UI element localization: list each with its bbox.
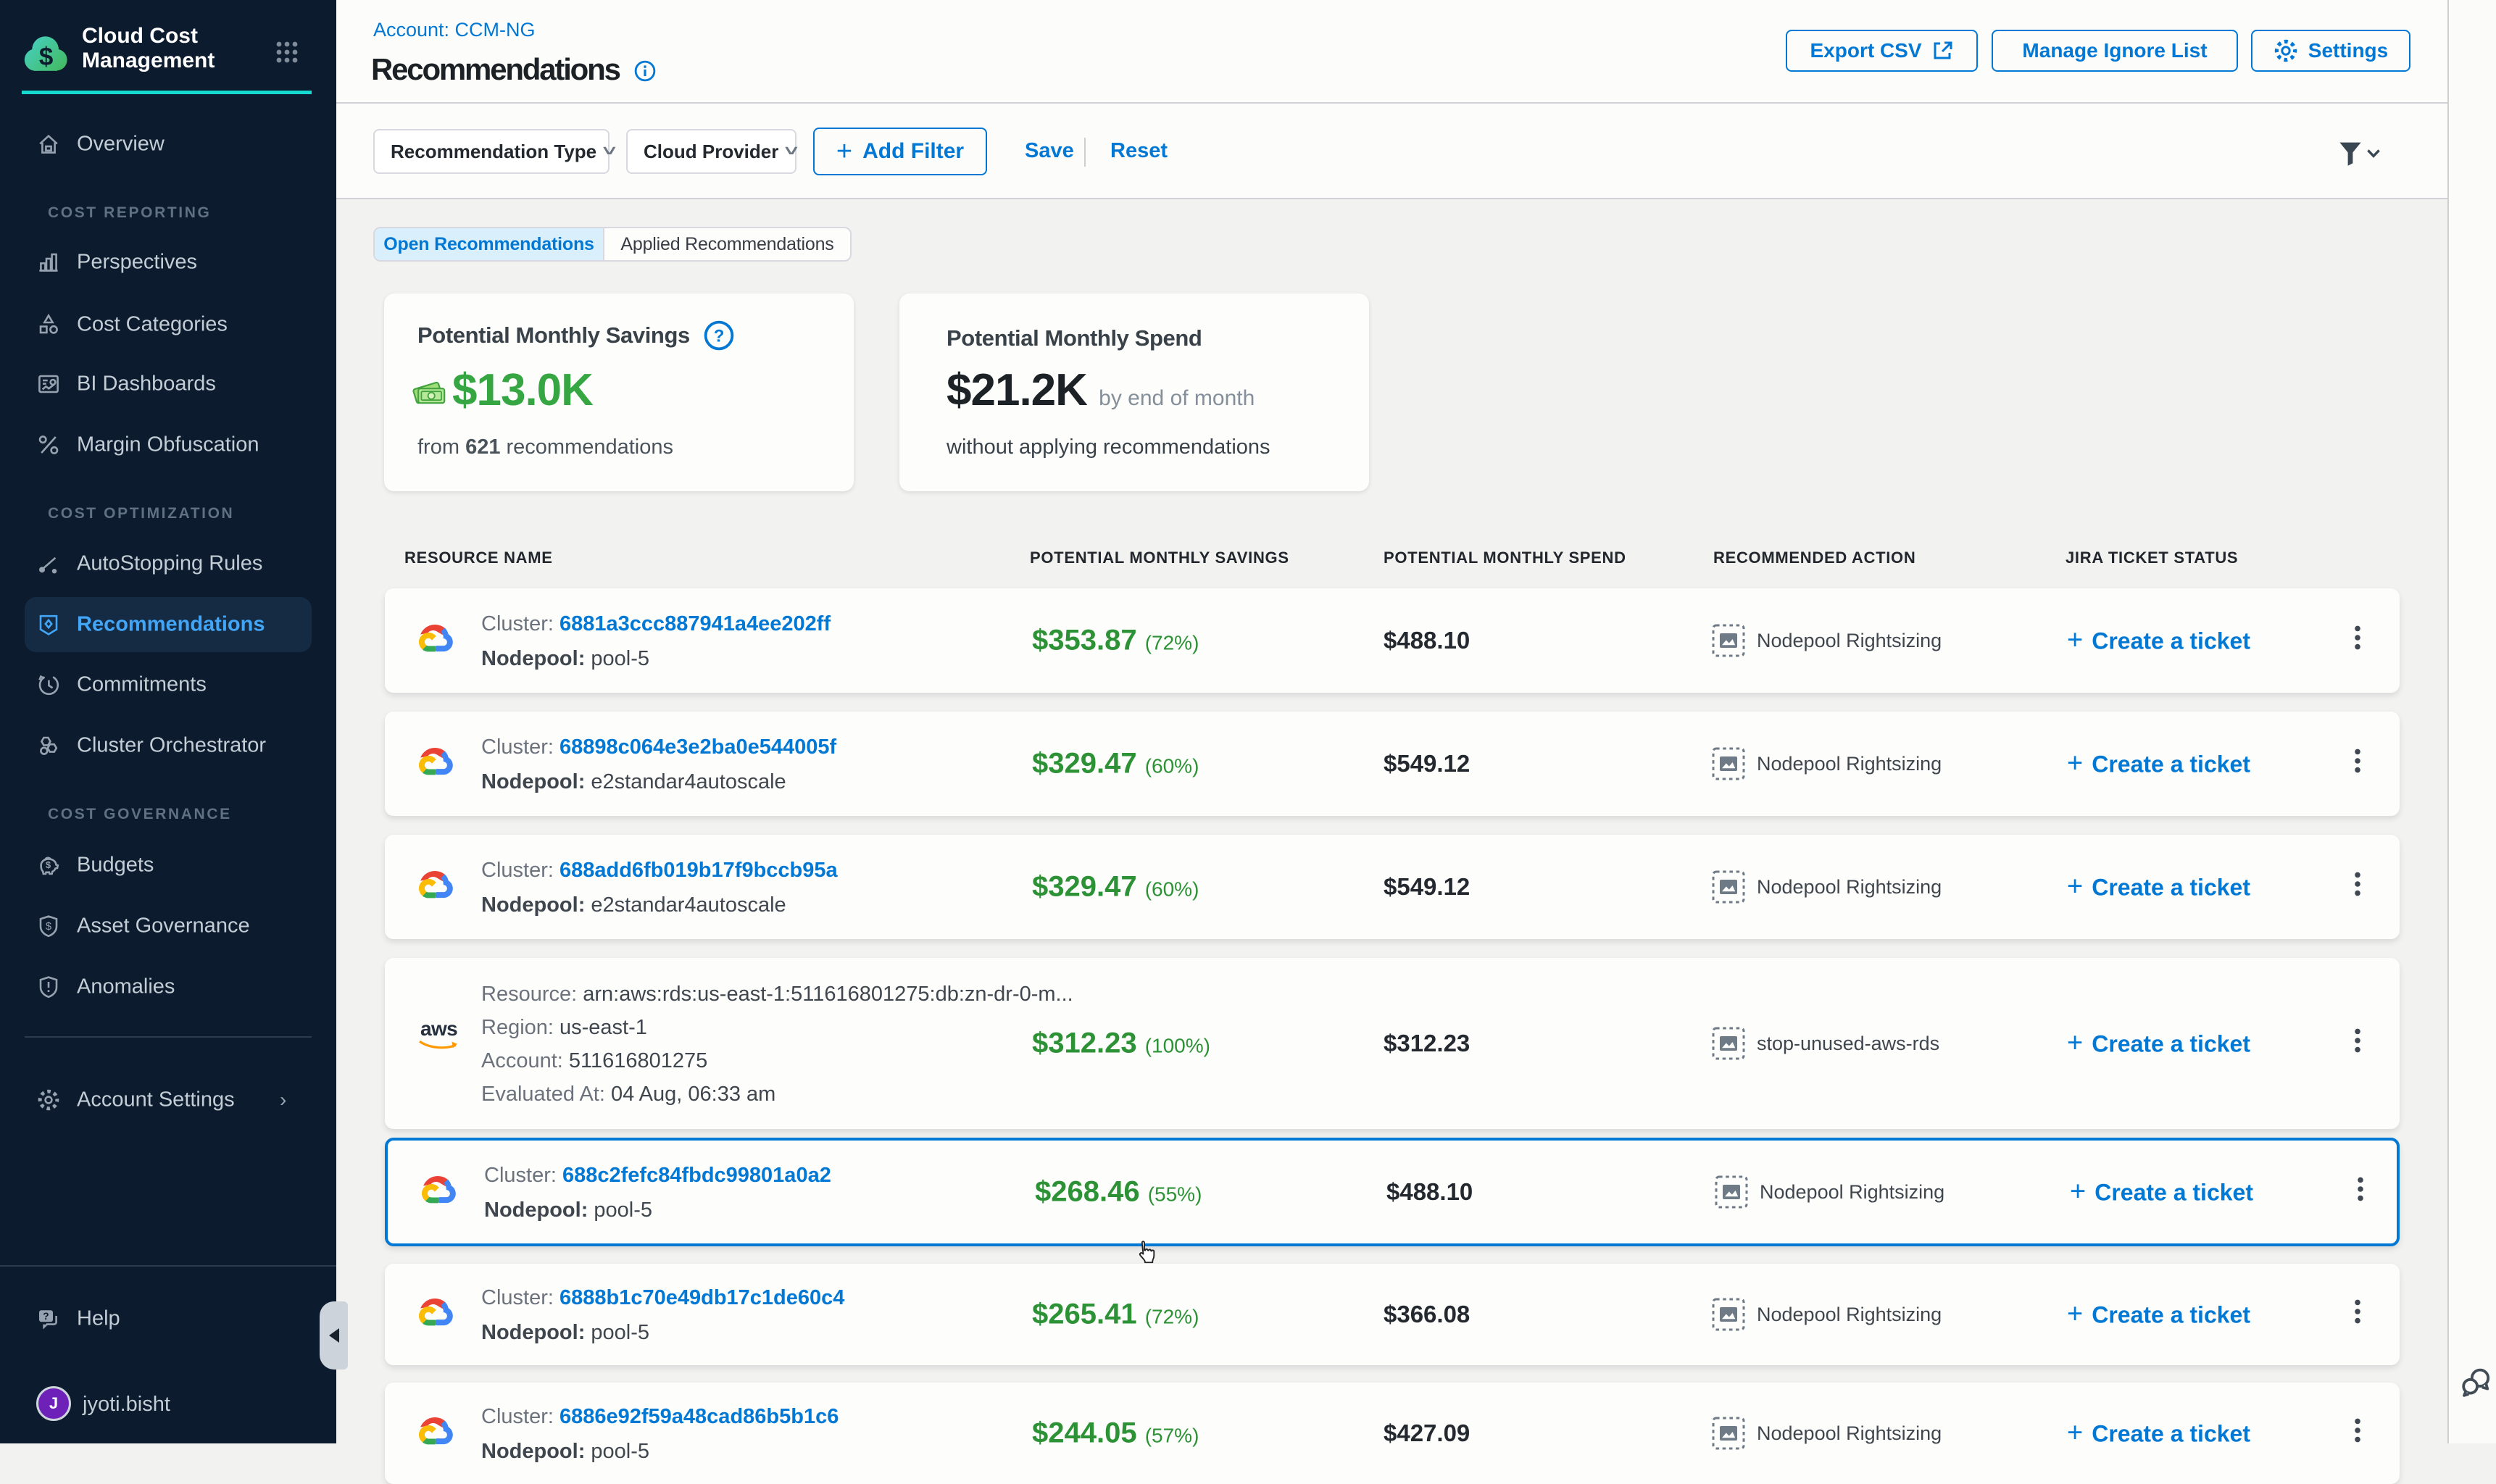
svg-text:?: ? <box>43 1310 49 1322</box>
svg-text:$: $ <box>46 859 51 870</box>
svg-text:$: $ <box>46 921 51 933</box>
svg-text:$: $ <box>39 43 53 71</box>
svg-text:?: ? <box>714 327 725 346</box>
